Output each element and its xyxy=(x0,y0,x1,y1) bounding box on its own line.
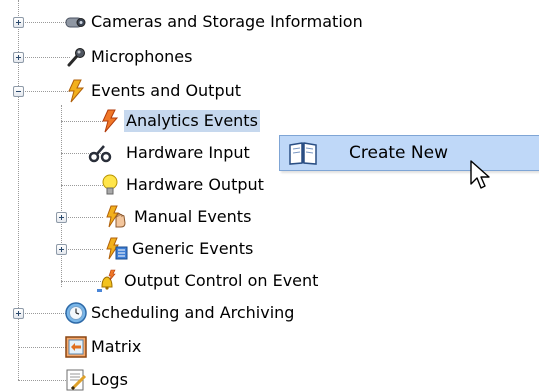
hardware-input-icon xyxy=(88,145,112,163)
mouse-cursor-icon xyxy=(470,160,490,189)
tree-line xyxy=(18,22,70,23)
microphone-icon xyxy=(67,48,85,67)
tree-item-label[interactable]: Events and Output xyxy=(89,80,243,102)
tree-view: Cameras and Storage Information Micropho… xyxy=(0,0,539,392)
tree-item-label[interactable]: Output Control on Event xyxy=(122,270,320,292)
tree-line xyxy=(61,105,62,287)
tree-item-label[interactable]: Hardware Output xyxy=(124,174,266,196)
tree-item-label[interactable]: Scheduling and Archiving xyxy=(89,302,296,324)
tree-item-label[interactable]: Logs xyxy=(89,369,130,391)
expand-toggle[interactable] xyxy=(13,308,24,319)
tree-line xyxy=(61,121,103,122)
tree-item-label[interactable]: Microphones xyxy=(89,46,194,68)
logs-icon xyxy=(66,369,87,391)
bell-icon xyxy=(97,269,116,292)
expand-toggle[interactable] xyxy=(13,17,24,28)
generic-event-icon xyxy=(106,237,128,260)
expand-toggle[interactable] xyxy=(56,212,67,223)
expand-toggle[interactable] xyxy=(56,244,67,255)
clock-icon xyxy=(65,302,87,324)
context-menu-item-create-new[interactable]: Create New xyxy=(280,136,539,170)
tree-line xyxy=(18,57,70,58)
tree-item-label[interactable]: Matrix xyxy=(89,336,143,358)
tree-item-label[interactable]: Hardware Input xyxy=(124,142,252,164)
lightning-icon xyxy=(68,79,85,103)
tree-line xyxy=(61,185,103,186)
context-menu: Create New xyxy=(279,135,539,171)
manual-event-hand-icon xyxy=(106,205,126,228)
expand-toggle[interactable] xyxy=(13,52,24,63)
tree-line xyxy=(18,91,70,92)
matrix-icon xyxy=(65,336,87,358)
tree-item-label[interactable]: Analytics Events xyxy=(124,110,260,132)
analytics-event-icon xyxy=(102,109,119,133)
lightbulb-icon xyxy=(102,174,118,195)
tree-line xyxy=(61,217,103,218)
tree-line xyxy=(18,347,70,348)
collapse-toggle[interactable] xyxy=(13,86,24,97)
tree-line xyxy=(18,313,70,314)
tree-item-label[interactable]: Generic Events xyxy=(130,238,255,260)
tree-line xyxy=(18,380,70,381)
camera-icon xyxy=(65,17,86,28)
tree-item-label[interactable]: Manual Events xyxy=(132,206,253,228)
tree-line xyxy=(61,249,103,250)
context-menu-item-label: Create New xyxy=(349,143,448,163)
book-icon xyxy=(289,142,317,165)
tree-item-label[interactable]: Cameras and Storage Information xyxy=(89,11,365,33)
